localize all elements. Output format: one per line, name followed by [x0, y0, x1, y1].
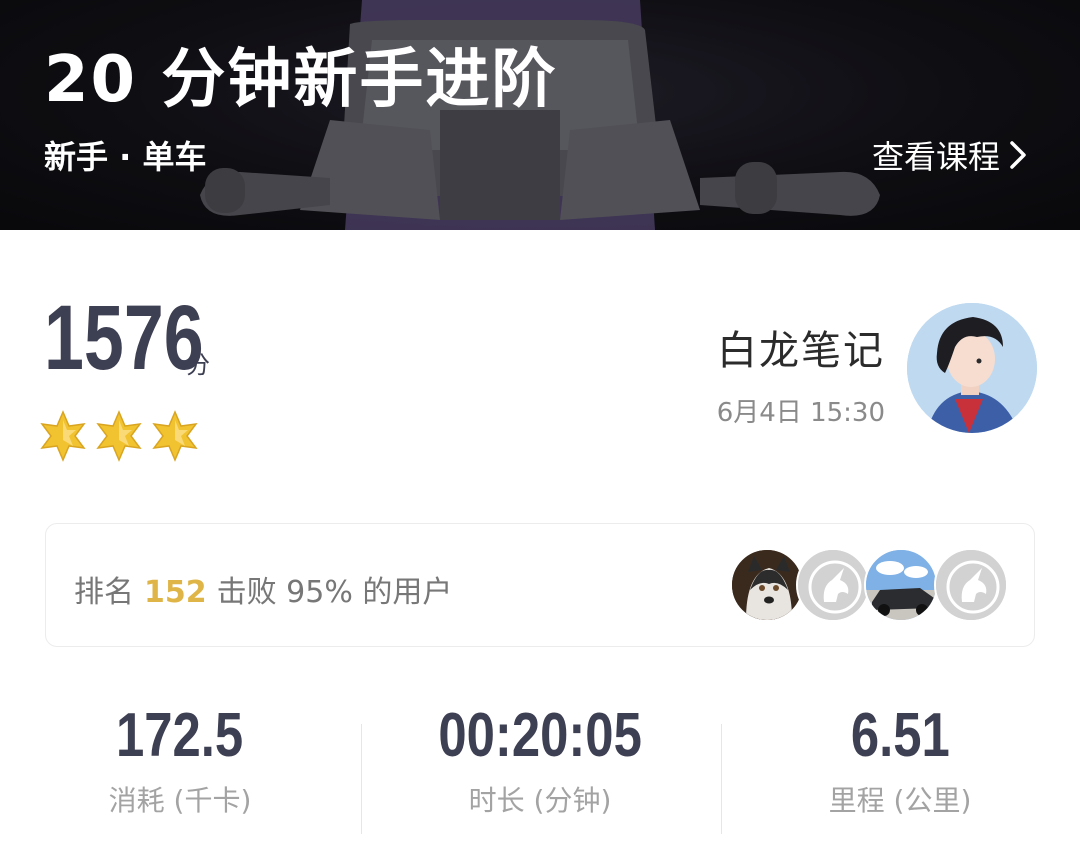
rank-summary: 排名 152 击败 95% 的用户	[74, 567, 452, 611]
star-icon	[96, 410, 142, 462]
unicorn-placeholder-icon	[936, 550, 1006, 620]
ranked-users-avatars	[730, 548, 1010, 624]
stat-value: 6.51	[850, 701, 950, 770]
stat-distance: 6.51 里程 (公里)	[720, 700, 1080, 819]
stat-label: 消耗 (千卡)	[108, 784, 252, 817]
view-course-link[interactable]: 查看课程	[872, 132, 1028, 178]
ranked-user-avatar[interactable]	[864, 548, 938, 622]
user-avatar-illustration	[907, 303, 1037, 433]
star-icon	[152, 410, 198, 462]
course-title: 20 分钟新手进阶	[44, 43, 558, 117]
stat-value: 172.5	[116, 701, 244, 770]
dog-avatar-image	[732, 550, 802, 620]
rank-prefix: 排名	[74, 575, 134, 610]
workout-stats: 172.5 消耗 (千卡) 00:20:05 时长 (分钟) 6.51 里程 (…	[0, 700, 1080, 840]
score-value: 1576	[44, 287, 204, 389]
course-subtitle: 新手 · 单车	[44, 138, 207, 176]
rank-number: 152	[144, 575, 207, 610]
chevron-right-icon	[1010, 141, 1026, 169]
ranked-user-avatar[interactable]	[730, 548, 804, 622]
stat-value: 00:20:05	[438, 701, 642, 770]
car-avatar-image	[866, 550, 936, 620]
star-rating	[40, 410, 198, 462]
unicorn-placeholder-icon	[798, 550, 868, 620]
rank-card[interactable]: 排名 152 击败 95% 的用户	[45, 523, 1035, 647]
stat-label: 时长 (分钟)	[468, 784, 612, 817]
star-icon	[40, 410, 86, 462]
rank-suffix: 击败 95% 的用户	[216, 575, 453, 610]
stat-duration: 00:20:05 时长 (分钟)	[360, 700, 720, 819]
user-name: 白龙笔记	[717, 328, 885, 374]
stat-label: 里程 (公里)	[828, 784, 972, 817]
view-course-label: 查看课程	[871, 138, 1000, 176]
workout-datetime: 6月4日 15:30	[716, 398, 885, 428]
stat-calories: 172.5 消耗 (千卡)	[0, 700, 360, 819]
ranked-user-avatar[interactable]	[934, 548, 1008, 622]
ranked-user-avatar[interactable]	[796, 548, 870, 622]
user-avatar[interactable]	[907, 303, 1037, 433]
course-banner: 20 分钟新手进阶 新手 · 单车 查看课程	[0, 0, 1080, 230]
score: 1576 分	[44, 292, 210, 384]
